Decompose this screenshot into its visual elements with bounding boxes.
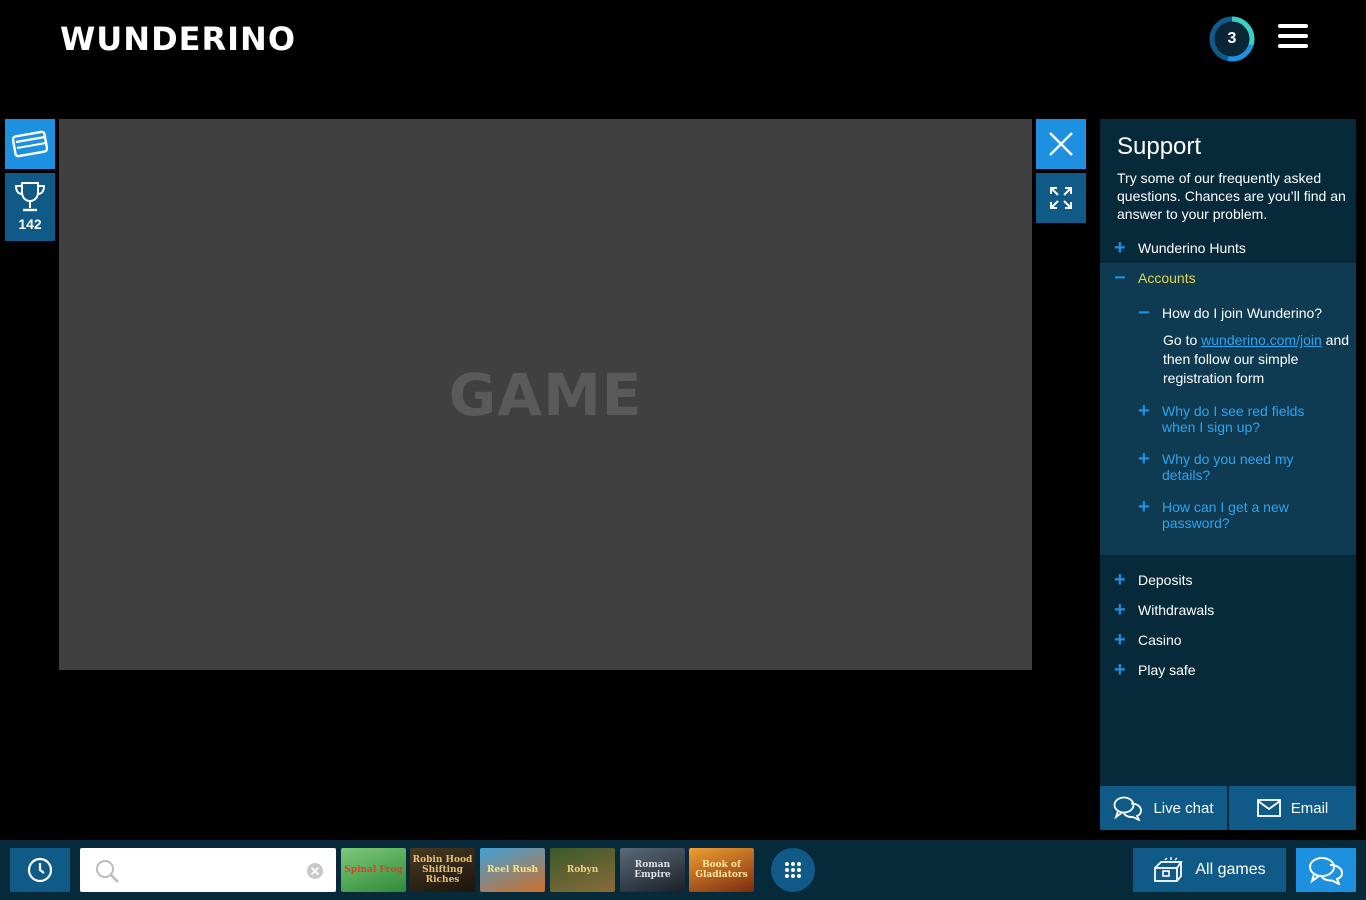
support-title: Support <box>1117 133 1202 160</box>
faq-category-label: Play safe <box>1138 662 1196 678</box>
plus-icon: + <box>1138 448 1150 470</box>
plus-icon: + <box>1138 496 1150 518</box>
support-intro: Try some of our frequently asked questio… <box>1117 170 1346 222</box>
faq-category-label: Withdrawals <box>1138 602 1215 618</box>
faq-category-accounts[interactable]: − Accounts <box>1100 263 1356 293</box>
faq-question-label: Why do you need my details? <box>1162 451 1294 483</box>
game-placeholder-label: GAME <box>448 360 643 429</box>
game-thumbnail-title: Robyn <box>566 865 599 875</box>
card-icon <box>12 130 48 158</box>
faq-category-casino[interactable]: + Casino <box>1100 625 1356 655</box>
plus-icon: + <box>1114 237 1126 259</box>
plus-icon: + <box>1114 569 1126 591</box>
faq-category-play-safe[interactable]: + Play safe <box>1100 655 1356 685</box>
faq-question-label: How can I get a new password? <box>1162 499 1289 531</box>
game-thumbnail[interactable]: Robyn <box>550 848 615 892</box>
game-thumbnail-title: Reel Rush <box>486 865 539 875</box>
game-thumbnail[interactable]: Book of Gladiators <box>689 848 754 892</box>
trophy-button[interactable]: 142 <box>5 173 55 241</box>
level-number: 3 <box>1227 30 1237 47</box>
faq-category-label: Accounts <box>1138 270 1196 286</box>
support-panel: Support Try some of our frequently asked… <box>1100 119 1356 830</box>
fullscreen-icon <box>1050 187 1072 209</box>
game-thumbnail-title: Robin Hood Shifting Riches <box>412 855 473 885</box>
email-button[interactable]: Email <box>1229 786 1356 830</box>
live-chat-label: Live chat <box>1153 799 1214 817</box>
faq-category-wunderino-hunts[interactable]: + Wunderino Hunts <box>1100 233 1356 263</box>
close-game-button[interactable] <box>1036 119 1086 169</box>
payment-card-button[interactable] <box>5 119 55 169</box>
join-link[interactable]: wunderino.com/join <box>1201 332 1322 348</box>
trophy-icon <box>14 182 46 212</box>
chat-bubbles-icon <box>1309 857 1344 885</box>
faq-category-accounts-expanded: − Accounts − How do I join Wunderino? Go… <box>1100 263 1356 555</box>
chat-button[interactable] <box>1296 848 1356 892</box>
game-thumbnail[interactable]: Reel Rush <box>480 848 545 892</box>
faq-question-label: Why do I see red fields when I sign up? <box>1162 403 1305 435</box>
game-thumbnail-title: Roman Empire <box>634 860 671 880</box>
live-chat-button[interactable]: Live chat <box>1100 786 1227 830</box>
recent-games-button[interactable] <box>10 848 70 892</box>
search-icon <box>96 860 119 883</box>
game-thumbnail[interactable]: Robin Hood Shifting Riches <box>410 848 475 892</box>
bottom-bar: Spinal Frog Robin Hood Shifting Riches R… <box>0 840 1366 900</box>
faq-question-label: How do I join Wunderino? <box>1162 305 1323 321</box>
search-input[interactable] <box>124 856 304 884</box>
clock-icon <box>27 857 53 883</box>
game-grid-button[interactable] <box>771 848 815 892</box>
faq-question-details[interactable]: + Why do you need my details? <box>1138 448 1332 483</box>
chat-bubbles-icon <box>1114 796 1143 821</box>
faq-question-join[interactable]: − How do I join Wunderino? <box>1138 302 1332 324</box>
faq-question-new-password[interactable]: + How can I get a new password? <box>1138 496 1332 531</box>
hamburger-icon[interactable] <box>1278 24 1310 52</box>
plus-icon: + <box>1138 400 1150 422</box>
wunderino-logo[interactable]: WUNDERINO <box>60 20 296 58</box>
fullscreen-button[interactable] <box>1036 173 1086 223</box>
answer-prefix: Go to <box>1163 332 1202 348</box>
grid-dots-icon <box>785 862 801 878</box>
all-games-label: All games <box>1195 861 1266 878</box>
minus-icon: − <box>1114 266 1126 289</box>
email-label: Email <box>1290 799 1329 817</box>
minus-icon: − <box>1138 302 1150 324</box>
faq-category-label: Casino <box>1138 632 1182 648</box>
plus-icon: + <box>1114 599 1126 621</box>
envelope-icon <box>1256 799 1281 817</box>
game-thumbnail-title: Spinal Frog <box>344 865 403 875</box>
plus-icon: + <box>1114 629 1126 651</box>
faq-question-red-fields[interactable]: + Why do I see red fields when I sign up… <box>1138 400 1332 435</box>
game-thumbnail[interactable]: Spinal Frog <box>341 848 406 892</box>
trophy-count: 142 <box>18 216 42 232</box>
close-icon <box>1049 132 1073 156</box>
treasure-chest-icon <box>1154 857 1184 882</box>
clear-search-icon[interactable] <box>306 862 324 880</box>
faq-category-deposits[interactable]: + Deposits <box>1100 565 1356 595</box>
faq-category-withdrawals[interactable]: + Withdrawals <box>1100 595 1356 625</box>
all-games-button[interactable]: All games <box>1133 848 1286 892</box>
game-thumbnail[interactable]: Roman Empire <box>620 848 685 892</box>
support-contact-bar: Live chat Email <box>1100 786 1356 830</box>
faq-answer: Go to wunderino.com/join and then follow… <box>1163 331 1349 388</box>
plus-icon: + <box>1114 659 1126 681</box>
game-search <box>80 848 336 892</box>
game-thumbnail-title: Book of Gladiators <box>695 860 748 880</box>
faq-category-label: Deposits <box>1138 572 1193 588</box>
game-area[interactable]: GAME <box>59 119 1032 670</box>
faq-category-label: Wunderino Hunts <box>1138 240 1246 256</box>
level-indicator[interactable]: 3 <box>1208 15 1256 63</box>
